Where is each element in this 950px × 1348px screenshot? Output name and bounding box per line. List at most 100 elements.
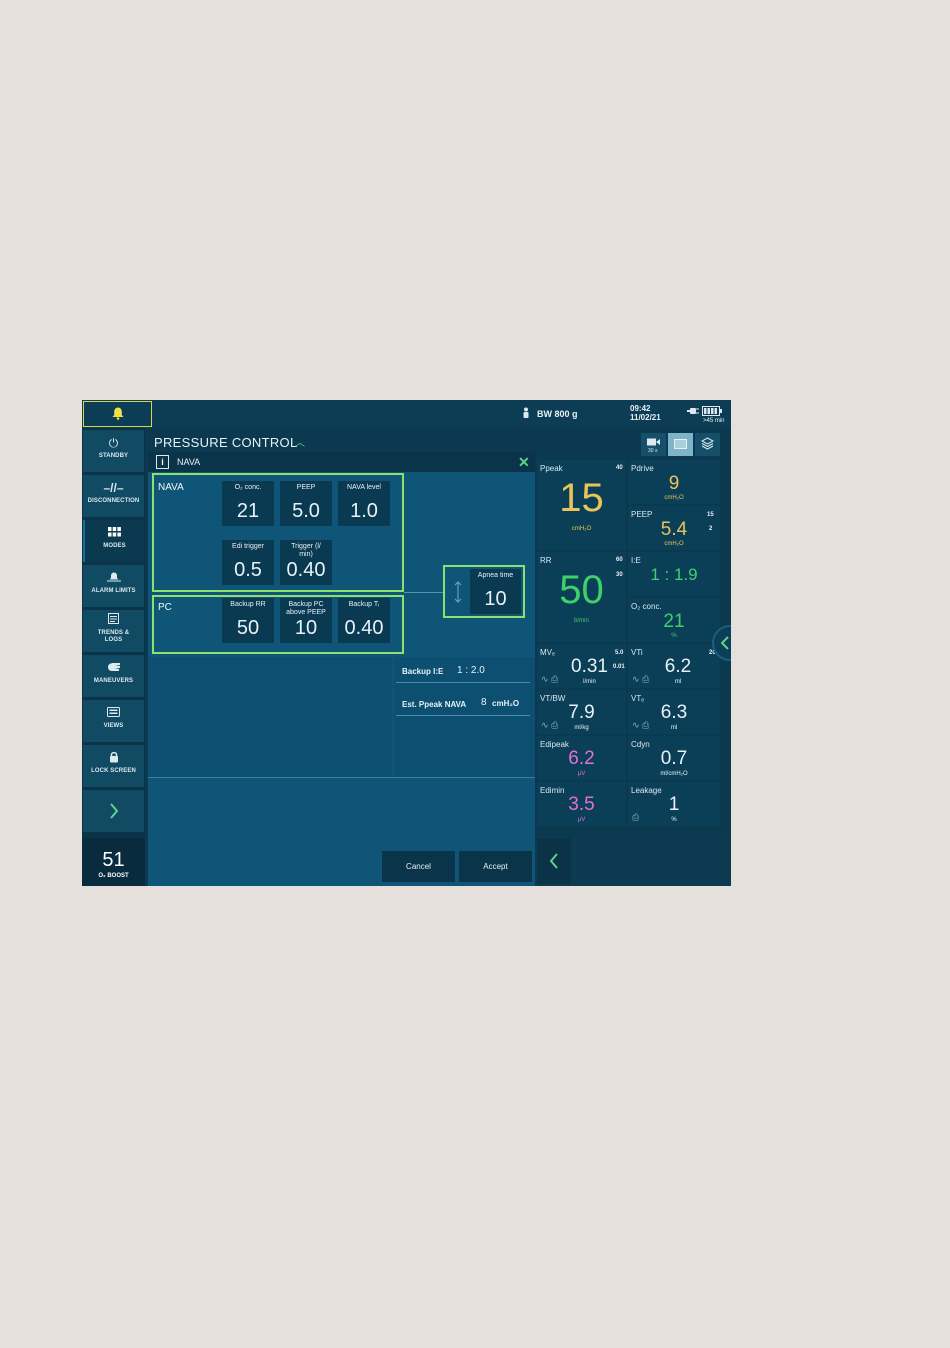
bell-icon [112,407,124,420]
value-ppeak[interactable]: Ppeak 40 15 cmH₂O [537,460,626,550]
cancel-button[interactable]: Cancel [382,851,455,882]
info-icon[interactable]: i [156,455,169,469]
setting-label: Trigger (l/ min) [291,543,321,558]
value-edimin[interactable]: Edimin 3.5 μV [537,782,626,826]
value-o2-conc[interactable]: O₂ conc. 21 % [628,598,720,642]
value-title: O₂ conc. [631,602,662,611]
setting-value: 0.40 [344,617,384,639]
collapse-button[interactable] [537,838,571,884]
layers-button[interactable] [695,433,720,456]
patient-icon [523,407,529,418]
setting-o2-conc[interactable]: O₂ conc. 21 [222,481,274,526]
est-ppeak-label: Est. Ppeak NAVA [402,700,467,709]
value-rr[interactable]: RR 60 30 50 b/min [537,552,626,642]
value-unit: μV [577,817,586,823]
sidebar: ⏻ STANDBY –//– DISCONNECTION MODES ALARM… [82,428,145,886]
value-unit: % [671,817,677,823]
value-ie[interactable]: I:E 1 : 1.9 [628,552,720,596]
sidebar-item-label: ALARM LIMITS [91,588,136,594]
value-number: 0.7 [660,748,688,769]
value-title: I:E [631,556,641,565]
o2-boost-label: O₂ BOOST [98,873,129,879]
close-icon[interactable]: ✕ [518,454,530,471]
setting-label: PEEP [296,484,316,491]
value-edipeak[interactable]: Edipeak 6.2 μV [537,736,626,780]
views-icon [83,706,144,720]
setting-backup-ti[interactable]: Backup Tᵢ 0.40 [338,598,390,643]
sidebar-item-disconnection[interactable]: –//– DISCONNECTION [83,475,144,517]
lock-icon [83,751,144,765]
camera-icon [647,438,660,446]
lower-left-panel [148,657,392,777]
value-number: 9 [668,473,680,494]
up-down-arrow-icon [454,581,462,603]
status-bar: BW 800 g 09:42 11/02/21 >45 min [82,400,731,428]
divider [148,777,535,778]
setting-label: Backup RR [230,601,266,608]
value-mve[interactable]: MVₑ 5.0 0.01 ∿ ⎙ 0.31 l/min [537,644,626,688]
value-unit: l/min [583,679,596,685]
layers-icon [701,437,714,450]
sidebar-item-label: MANEUVERS [93,678,134,684]
setting-edi-trigger[interactable]: Edi trigger 0.5 [222,540,274,585]
value-number: 0.31 [571,656,608,677]
chevron-left-icon [549,853,558,869]
mode-title[interactable]: PRESSURE CONTROL [154,435,298,450]
setting-label: Apnea time [477,572,514,579]
value-vte[interactable]: VTₑ ∿ ⎙ 6.3 ml [628,690,720,734]
divider [396,715,530,716]
setting-backup-rr[interactable]: Backup RR 50 [222,598,274,643]
sidebar-item-modes[interactable]: MODES [83,520,144,562]
sidebar-item-maneuvers[interactable]: MANEUVERS [83,655,144,697]
accept-button[interactable]: Accept [459,851,532,882]
value-unit: ml/kg [574,725,589,731]
value-unit: cmH₂O [664,541,684,547]
sidebar-item-views[interactable]: VIEWS [83,700,144,742]
chevron-up-icon[interactable]: ︿ [295,434,305,449]
chevron-left-icon [720,636,729,650]
backup-ie-label: Backup I:E [402,667,444,676]
screenshot-button[interactable] [668,433,693,456]
connector-line [404,592,444,593]
value-peep[interactable]: PEEP 15 2 5.4 cmH₂O [628,506,720,550]
limit-high: 15 [707,512,714,518]
value-number: 5.4 [660,519,688,540]
divider [396,682,530,683]
value-unit: ml [674,679,682,685]
value-unit: ml [670,725,678,731]
alarm-button[interactable] [83,401,152,427]
body-weight: BW 800 g [537,409,578,419]
battery-icon [702,406,722,416]
value-leakage[interactable]: Leakage ⎙ 1 % [628,782,720,826]
value-vti[interactable]: VTi 20 ∿ ⎙ 6.2 ml [628,644,720,688]
sidebar-more-button[interactable] [83,790,144,832]
trends-icon [83,613,144,627]
sidebar-item-lock-screen[interactable]: LOCK SCREEN [83,745,144,787]
grid-icon [85,526,144,540]
record-button[interactable]: 30 s [641,433,666,456]
setting-flow-trigger[interactable]: Trigger (l/ min) 0.40 [280,540,332,585]
sidebar-item-trends-logs[interactable]: TRENDS & LOGS [83,610,144,652]
value-vt-bw[interactable]: VT/BW ∿ ⎙ 7.9 ml/kg [537,690,626,734]
setting-value: 10 [294,617,318,639]
value-pdrive[interactable]: Pdrive 9 cmH₂O [628,460,720,504]
sidebar-item-alarm-limits[interactable]: ALARM LIMITS [83,565,144,607]
battery-time: >45 min [703,418,725,424]
plug-icon [687,408,699,414]
nava-group-label: NAVA [158,482,184,493]
setting-backup-pc[interactable]: Backup PC above PEEP 10 [280,598,332,643]
o2-boost-button[interactable]: 51 O₂ BOOST [82,838,145,886]
est-ppeak-value: 8 [481,697,487,708]
value-number: 3.5 [568,794,595,815]
setting-nava-level[interactable]: NAVA level 1.0 [338,481,390,526]
right-bottom-bar [536,836,731,886]
value-unit: b/min [574,618,589,624]
nava-dialog: i NAVA ✕ NAVA O₂ conc. 21 PEEP 5.0 NAVA … [148,452,535,886]
setting-apnea-time[interactable]: Apnea time 10 [470,569,521,614]
photo-icon [674,439,687,449]
sidebar-item-label: DISCONNECTION [87,498,140,504]
value-number: 1 [668,794,680,815]
setting-peep[interactable]: PEEP 5.0 [280,481,332,526]
value-cdyn[interactable]: Cdyn 0.7 ml/cmH₂O [628,736,720,780]
sidebar-item-standby[interactable]: ⏻ STANDBY [83,430,144,472]
